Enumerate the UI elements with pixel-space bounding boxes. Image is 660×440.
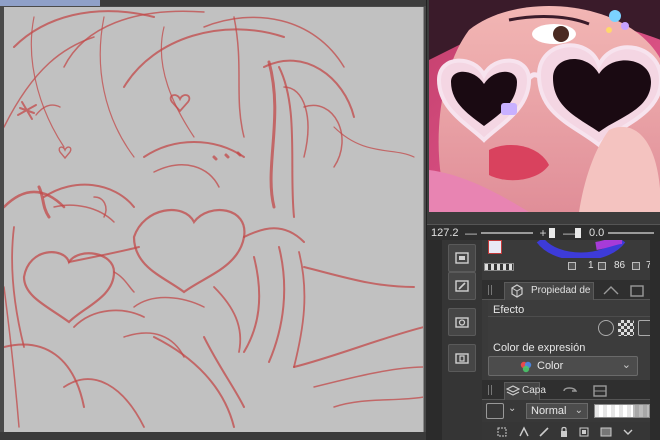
camera-icon[interactable] <box>448 308 476 336</box>
canvas-area[interactable] <box>0 0 426 440</box>
property-tabbar: Propiedad de l <box>482 280 660 300</box>
zoom-value[interactable]: 127.2 <box>427 227 463 239</box>
blend-mode-value: Normal <box>531 405 567 417</box>
layer-opacity-slider[interactable] <box>594 404 650 418</box>
brush-value-1: 1 <box>588 260 594 271</box>
grip-icon[interactable] <box>488 285 492 295</box>
tool-property-body: Efecto Color de expresión Color ⌄ <box>488 300 660 380</box>
brush-size-icon <box>568 262 576 270</box>
zoom-slider-knob[interactable] <box>549 227 555 238</box>
tab-layer-label: Capa <box>522 385 546 396</box>
effect-label: Efecto <box>493 304 525 316</box>
layer-3d-icon[interactable] <box>448 344 476 372</box>
canvas-statusbar <box>0 432 426 440</box>
clip-icon[interactable] <box>496 425 508 437</box>
navigator-icon[interactable] <box>448 244 476 272</box>
mask-icon[interactable] <box>600 425 612 437</box>
brush-value-86: 86 <box>614 260 626 271</box>
layer-property-toggle[interactable] <box>486 403 504 419</box>
draft-layer-icon[interactable] <box>538 425 550 437</box>
effect-none-icon[interactable] <box>598 320 614 336</box>
rotation-slider-knob[interactable] <box>575 227 581 238</box>
edit-icon[interactable] <box>448 272 476 300</box>
color-wheel[interactable] <box>536 240 626 258</box>
drawing-canvas[interactable] <box>4 7 424 432</box>
tab-tool-property-label: Propiedad de l <box>531 285 594 296</box>
color-expression-select[interactable]: Color ⌄ <box>488 356 638 376</box>
rgb-dots-icon <box>520 361 532 373</box>
side-palette-bar <box>442 240 482 440</box>
sub-view-statusbar: 127.2 — + — 0.0 <box>427 224 660 240</box>
right-palette: 1 86 76 Propiedad de l Efecto Color de e… <box>482 240 660 440</box>
layer-toolbar: ⌄ Normal ⌄ <box>482 400 660 422</box>
document-tab[interactable] <box>0 0 100 6</box>
zoom-out-button[interactable]: — <box>463 226 479 240</box>
layers-icon <box>506 385 520 396</box>
layer-tabbar: Capa <box>482 380 660 400</box>
reference-layer-icon[interactable] <box>518 425 530 437</box>
color-expression-label: Color de expresión <box>493 342 586 354</box>
auto-action-tab-icon[interactable] <box>590 384 610 398</box>
reference-photo <box>429 0 660 212</box>
chevron-down-icon: ⌄ <box>574 405 583 416</box>
sub-view-window[interactable]: 127.2 — + — 0.0 <box>426 0 660 240</box>
history-tab-icon[interactable] <box>560 384 580 398</box>
chevron-down-icon[interactable]: ⌄ <box>508 403 520 419</box>
color-palette: 1 86 76 <box>482 240 660 278</box>
density-icon <box>632 262 640 270</box>
effect-pattern-icon[interactable] <box>618 320 634 336</box>
color-expression-value: Color <box>537 360 564 372</box>
sub-tool-tab-icon[interactable] <box>626 284 648 298</box>
effect-options <box>488 316 660 338</box>
lock-transparent-icon[interactable] <box>578 425 590 437</box>
palette-scrollbar[interactable] <box>650 240 660 440</box>
rotation-value[interactable]: 0.0 <box>589 227 604 239</box>
mask-chevron-icon[interactable] <box>622 425 634 437</box>
sketch-artwork <box>4 10 423 428</box>
rotation-slider[interactable] <box>608 231 655 234</box>
opacity-icon <box>598 262 606 270</box>
zoom-slider[interactable] <box>481 231 533 234</box>
layer-action-icons <box>482 422 660 440</box>
cube-icon <box>511 284 523 298</box>
transparency-swatch[interactable] <box>484 263 514 271</box>
blend-mode-select[interactable]: Normal ⌄ <box>526 403 588 419</box>
reference-image[interactable] <box>429 0 660 212</box>
brush-size-tab-icon[interactable] <box>600 284 622 298</box>
grip-icon[interactable] <box>488 385 492 395</box>
chevron-down-icon: ⌄ <box>621 359 631 371</box>
lock-icon[interactable] <box>558 425 570 437</box>
document-tab-strip <box>0 0 426 6</box>
main-color-swatch[interactable] <box>488 240 502 254</box>
